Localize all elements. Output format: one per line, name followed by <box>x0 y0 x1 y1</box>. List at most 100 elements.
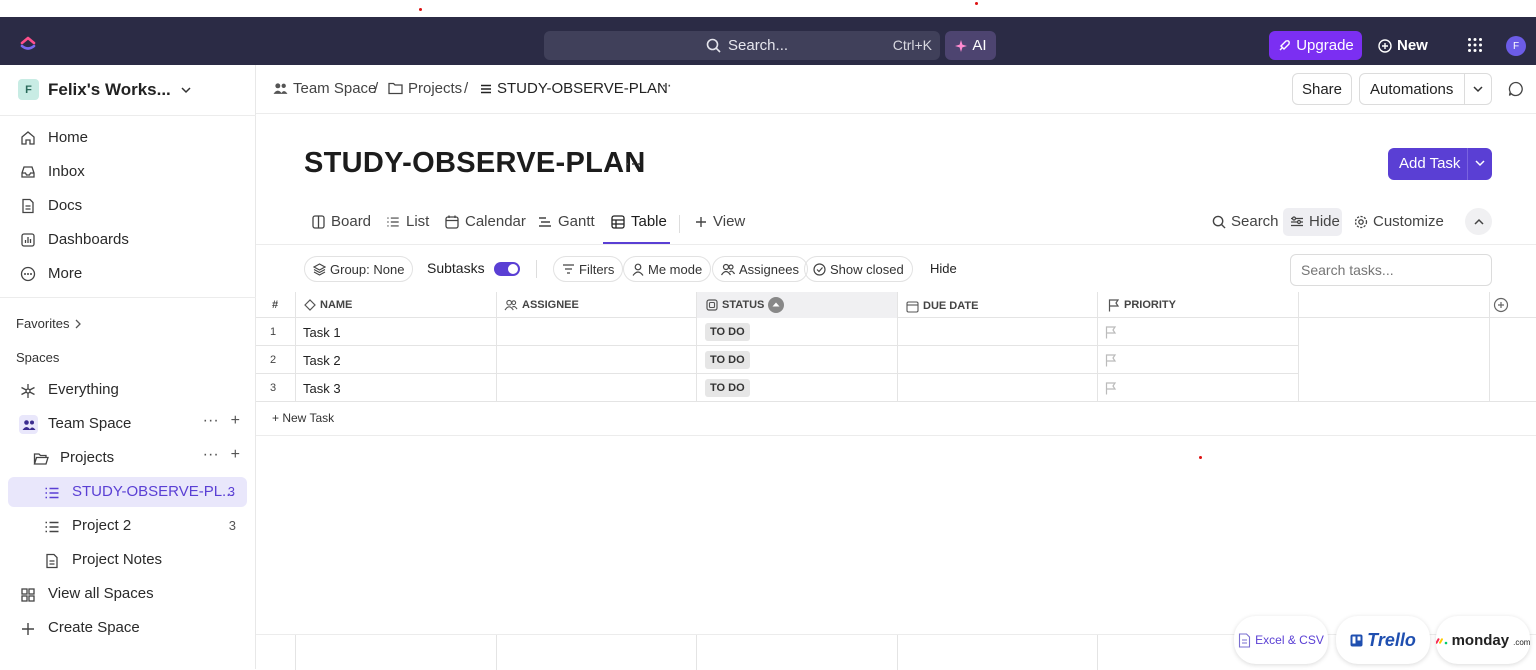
column-header-priority[interactable]: Priority <box>1108 292 1176 318</box>
assignees-chip[interactable]: Assignees <box>712 256 808 282</box>
more-horizontal-icon[interactable]: ··· <box>203 446 219 464</box>
spreadsheet-icon <box>1238 632 1251 648</box>
people-icon <box>504 299 518 311</box>
status-cell[interactable]: TO DO <box>705 346 750 374</box>
tab-calendar[interactable]: Calendar <box>445 213 526 230</box>
me-mode-chip[interactable]: Me mode <box>623 256 712 282</box>
more-horizontal-icon[interactable]: ··· <box>203 412 219 430</box>
favorites-header[interactable]: Favorites <box>16 316 82 331</box>
sort-ascending-icon[interactable] <box>768 297 785 313</box>
group-label: Group: None <box>330 261 405 277</box>
workspace-switcher[interactable]: F Felix's Works... <box>18 79 192 100</box>
column-header-assignee[interactable]: Assignee <box>504 292 579 318</box>
me-mode-label: Me mode <box>648 261 703 277</box>
column-header-status[interactable]: Status <box>697 292 898 318</box>
monday-suffix: .com <box>1513 638 1531 647</box>
home-icon <box>20 130 36 146</box>
sidebar-item-project-notes[interactable]: Project Notes <box>0 545 256 575</box>
new-button[interactable]: New <box>1378 31 1428 60</box>
clickup-logo-icon[interactable] <box>18 31 38 51</box>
chevron-down-icon <box>180 84 192 96</box>
customize-button[interactable]: Customize <box>1354 213 1444 230</box>
tab-gantt[interactable]: Gantt <box>538 213 595 230</box>
breadcrumb-team-space[interactable]: Team Space <box>273 80 376 97</box>
import-monday-button[interactable]: monday .com <box>1435 616 1531 664</box>
sidebar-item-dashboards[interactable]: Dashboards <box>0 225 256 255</box>
grid-icon <box>20 587 36 603</box>
plus-icon[interactable]: + <box>231 412 240 430</box>
table-row[interactable]: 2 Task 2 TO DO <box>256 346 1298 374</box>
add-task-button[interactable]: Add Task <box>1388 148 1492 180</box>
sidebar-item-label: Create Space <box>48 619 140 636</box>
column-divider <box>696 635 697 670</box>
list-lines-icon <box>480 83 492 95</box>
tab-list[interactable]: List <box>386 213 429 230</box>
sidebar-item-create-space[interactable]: Create Space <box>0 613 256 643</box>
share-button[interactable]: Share <box>1292 73 1352 105</box>
apps-grid-icon[interactable] <box>1467 37 1483 53</box>
sliders-icon <box>1290 215 1304 229</box>
task-name[interactable]: Task 2 <box>303 346 341 374</box>
folder-open-icon <box>33 451 49 467</box>
task-name[interactable]: Task 3 <box>303 374 341 402</box>
import-excel-csv-button[interactable]: Excel & CSV <box>1234 616 1328 664</box>
priority-flag-icon[interactable] <box>1105 374 1117 402</box>
column-header-due-date[interactable]: Due Date <box>906 293 978 319</box>
ai-button[interactable]: AI <box>945 31 996 60</box>
sidebar-item-project-2[interactable]: Project 2 3 <box>0 511 256 541</box>
more-horizontal-icon[interactable]: ··· <box>656 77 672 95</box>
tab-label: Gantt <box>558 213 595 230</box>
breadcrumb-current[interactable]: STUDY-OBSERVE-PLAN <box>480 80 668 97</box>
tab-label: Table <box>631 213 667 230</box>
column-header-name[interactable]: Name <box>304 292 352 318</box>
tab-board[interactable]: Board <box>312 213 371 230</box>
add-column-icon[interactable] <box>1493 297 1509 313</box>
search-tasks-input[interactable] <box>1290 254 1492 286</box>
sidebar-item-more[interactable]: More <box>0 259 256 289</box>
subtasks-toggle[interactable] <box>494 262 520 276</box>
hide-button[interactable]: Hide <box>1290 213 1340 230</box>
plus-icon[interactable]: + <box>231 446 240 464</box>
status-badge: TO DO <box>705 323 750 341</box>
new-task-button[interactable]: + New Task <box>272 411 334 425</box>
show-closed-chip[interactable]: Show closed <box>804 256 913 282</box>
sidebar-item-projects[interactable]: Projects ··· + <box>0 443 256 473</box>
collapse-header-button[interactable] <box>1465 208 1492 235</box>
more-horizontal-icon[interactable]: ··· <box>624 153 642 174</box>
sidebar-item-team-space[interactable]: Team Space ··· + <box>0 409 256 439</box>
status-cell[interactable]: TO DO <box>705 318 750 346</box>
team-icon <box>19 415 38 434</box>
hide-filter-button[interactable]: Hide <box>930 261 957 276</box>
add-view-button[interactable]: View <box>695 213 745 230</box>
sidebar-item-inbox[interactable]: Inbox <box>0 157 256 187</box>
chat-icon[interactable] <box>1508 81 1524 97</box>
sidebar-item-everything[interactable]: Everything <box>0 375 256 405</box>
group-by-chip[interactable]: Group: None <box>304 256 414 282</box>
table-row[interactable]: 1 Task 1 TO DO <box>256 318 1298 346</box>
user-avatar[interactable]: F <box>1506 36 1526 56</box>
sidebar-item-label: More <box>48 265 83 282</box>
priority-flag-icon[interactable] <box>1105 346 1117 374</box>
sidebar-item-view-all-spaces[interactable]: View all Spaces <box>0 579 256 609</box>
automations-button[interactable]: Automations <box>1359 73 1492 105</box>
global-search[interactable]: Search... Ctrl+K <box>544 31 940 60</box>
sidebar-item-study-observe-plan[interactable]: STUDY-OBSERVE-PL... 3 <box>8 477 247 507</box>
sidebar-item-home[interactable]: Home <box>0 123 256 153</box>
chevron-down-icon[interactable] <box>1474 157 1486 169</box>
tab-table[interactable]: Table <box>611 213 667 230</box>
sidebar-item-label: Home <box>48 129 89 146</box>
subtasks-label: Subtasks <box>427 260 485 276</box>
chevron-down-icon[interactable] <box>1472 83 1484 95</box>
status-cell[interactable]: TO DO <box>705 374 750 402</box>
import-trello-button[interactable]: Trello <box>1336 616 1430 664</box>
filters-label: Filters <box>579 261 615 277</box>
filters-chip[interactable]: Filters <box>553 256 624 282</box>
button-divider <box>1467 148 1468 180</box>
upgrade-button[interactable]: Upgrade <box>1269 31 1362 60</box>
priority-flag-icon[interactable] <box>1105 318 1117 346</box>
sidebar-item-docs[interactable]: Docs <box>0 191 256 221</box>
breadcrumb-projects[interactable]: Projects <box>388 80 462 97</box>
view-search-button[interactable]: Search <box>1212 213 1279 230</box>
table-row[interactable]: 3 Task 3 TO DO <box>256 374 1536 402</box>
task-name[interactable]: Task 1 <box>303 318 341 346</box>
